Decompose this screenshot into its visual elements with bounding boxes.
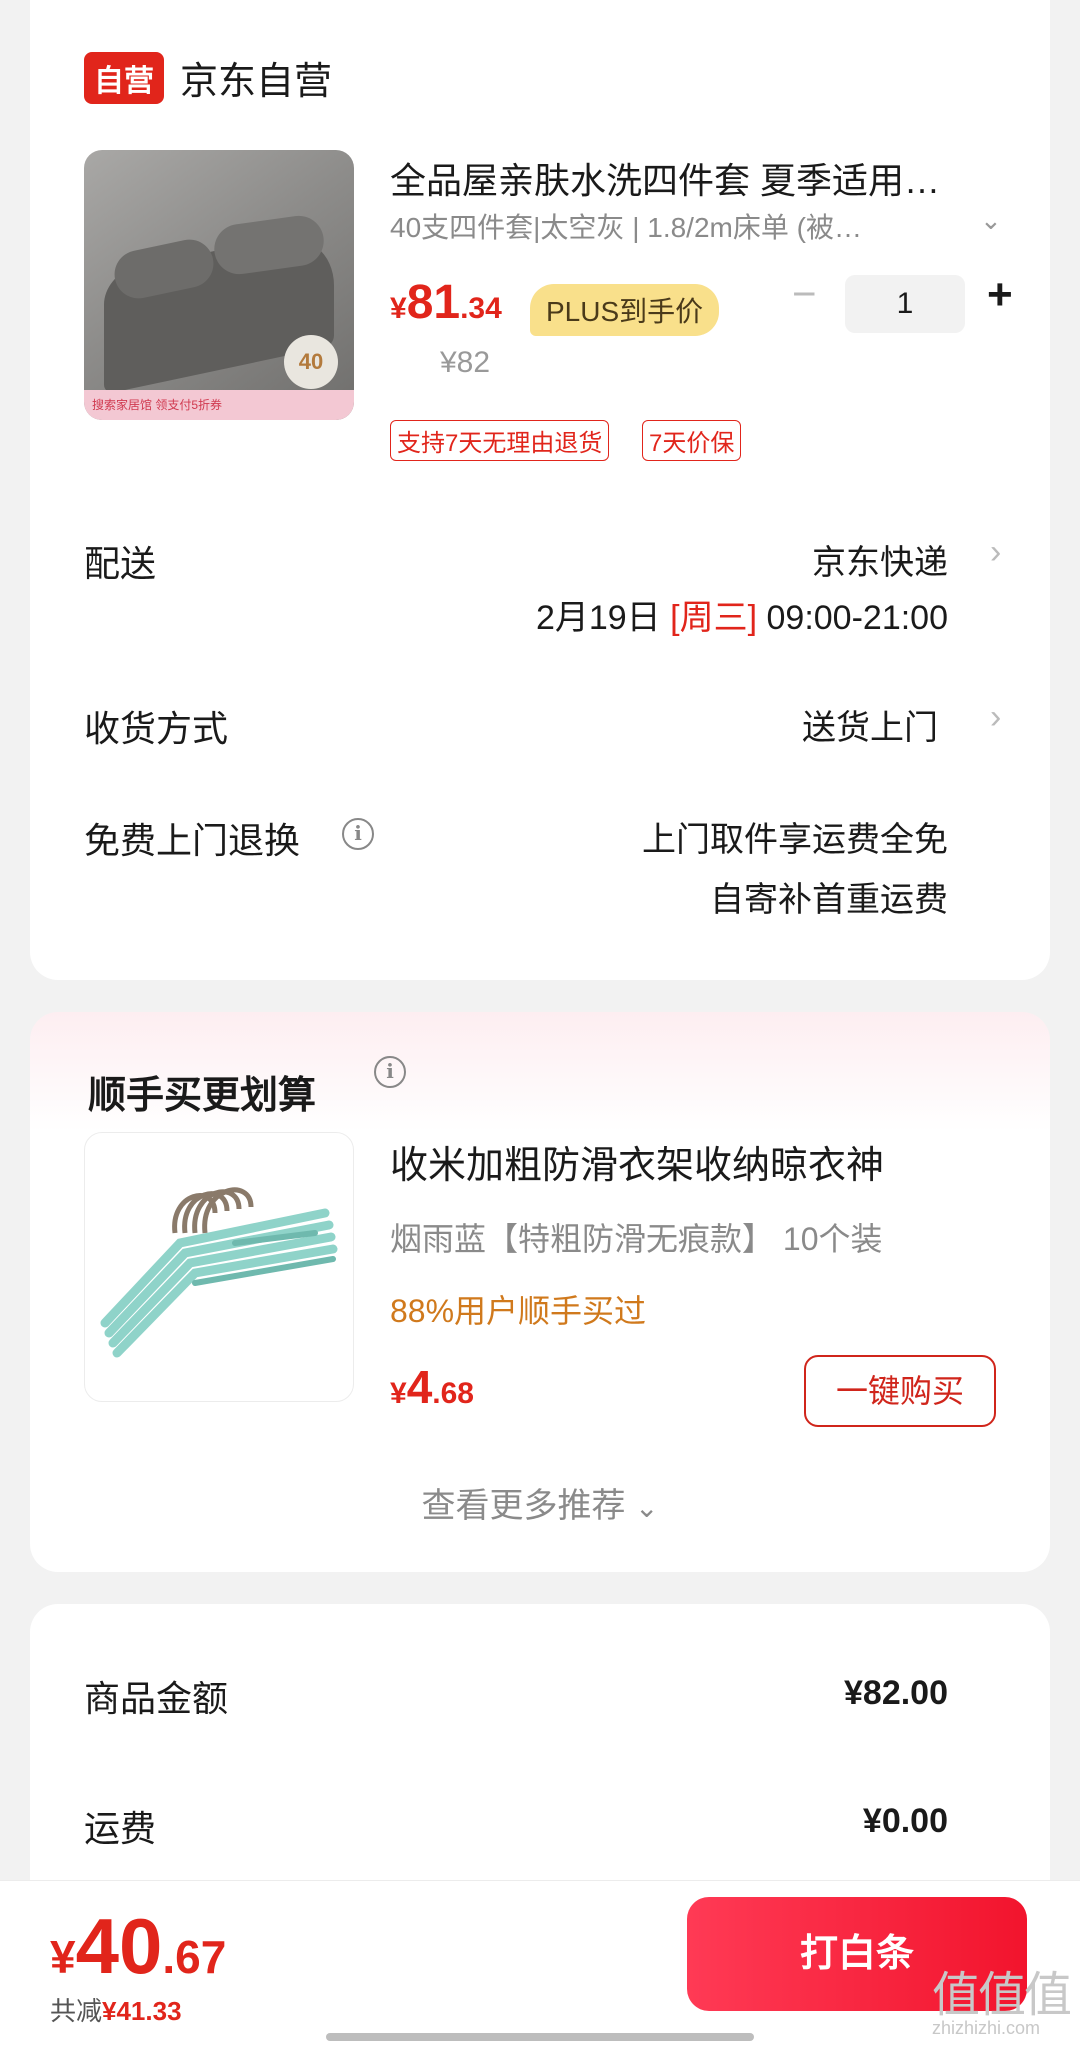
recommendation-price: ¥ 4 .68 [390,1360,474,1414]
plus-price-tag: PLUS到手价 [530,284,720,336]
receive-method-value[interactable]: 送货上门 [802,700,938,749]
saving-label: 共减 [50,1996,103,2026]
total-price: ¥ 40 .67 [50,1901,226,1992]
more-recommendations-link[interactable]: 查看更多推荐 ⌄ [30,1478,1050,1527]
shop-name[interactable]: 京东自营 [180,50,332,105]
one-click-buy-button[interactable]: 一键购买 [804,1355,996,1427]
shipping-value: ¥0.00 [862,1802,948,1840]
product-spec[interactable]: 40支四件套|太空灰 | 1.8/2m床单 (被… [390,206,910,246]
watermark-url: zhizhizhi.com [932,2018,1041,2038]
original-price: ¥82 [440,346,491,379]
price-decimal: .68 [432,1377,474,1410]
delivery-time[interactable]: 2月19日 [周三] 09:00-21:00 [536,590,948,639]
price-currency: ¥ [390,292,407,325]
saving-value: ¥41.33 [102,1996,182,2026]
price-decimal: .34 [460,292,502,325]
hanger-image [100,1187,338,1358]
quantity-input[interactable]: 1 [845,275,965,333]
watermark-logo: 值值值 [932,1967,1072,2023]
more-recommendations-label: 查看更多推荐 [421,1487,626,1525]
info-icon[interactable]: i [374,1056,406,1088]
recommendation-bought-percent: 88%用户顺手买过 [390,1293,647,1329]
home-indicator[interactable] [326,2033,754,2041]
recommendation-image[interactable] [84,1132,354,1402]
info-icon[interactable]: i [342,818,374,850]
delivery-weekday: [周三] [670,599,758,637]
product-image-promo-strip: 搜索家居馆 领支付5折券 [84,390,354,420]
product-image[interactable]: 40 搜索家居馆 领支付5折券 [84,150,354,420]
recommendation-name[interactable]: 收米加粗防滑衣架收纳晾衣神 [390,1134,884,1189]
recommendation-title: 顺手买更划算 [88,1075,317,1117]
price-protect-tag: 7天价保 [642,420,742,461]
price-integer: 4 [406,1361,433,1413]
price-currency: ¥ [390,1377,407,1410]
order-item-card: 自营 京东自营 40 搜索家居馆 领支付5折券 全品屋亲肤水洗四件套 夏季适用…… [30,0,1050,980]
product-image-badge: 40 [284,335,338,389]
total-currency: ¥ [50,1931,76,1983]
goods-amount-value: ¥82.00 [844,1674,948,1712]
receive-method-label: 收货方式 [84,708,229,749]
product-price: ¥ 81 .34 [390,275,502,330]
shipping-label: 运费 [84,1808,157,1849]
recommendation-spec: 烟雨蓝【特粗防滑无痕款】 10个装 [390,1221,883,1257]
total-decimal: .67 [162,1931,227,1983]
return-policy-tag: 支持7天无理由退货 [390,420,610,461]
free-return-label: 免费上门退换 [84,820,301,861]
chevron-right-icon[interactable]: › [990,698,1001,737]
total-saving[interactable]: 共减¥41.33 [50,1991,182,2028]
chevron-right-icon[interactable]: › [990,533,1001,572]
goods-amount-label: 商品金额 [84,1678,229,1719]
checkout-bar: ¥ 40 .67 共减¥41.33 打白条 [0,1880,1080,2045]
delivery-carrier[interactable]: 京东快递 [812,535,948,584]
self-operated-badge: 自营 [84,52,164,104]
product-title[interactable]: 全品屋亲肤水洗四件套 夏季适用… [390,152,1030,204]
recommendation-card: 顺手买更划算 i 收米加粗防滑衣架收纳晾衣神 烟雨蓝【特粗防滑无痕款】 10个装 [30,1012,1050,1572]
delivery-label: 配送 [84,543,157,584]
price-integer: 81 [406,276,461,329]
delivery-date: 2月19日 [535,599,661,637]
quantity-plus-button[interactable]: + [987,270,1013,320]
free-return-line1: 上门取件享运费全免 [642,821,948,859]
delivery-time-window: 09:00-21:00 [766,599,949,637]
quantity-minus-button[interactable]: − [792,270,817,318]
chevron-down-icon[interactable]: ⌄ [980,205,1002,236]
chevron-down-icon: ⌄ [634,1492,659,1523]
free-return-line2: 自寄补首重运费 [710,881,948,919]
total-integer: 40 [75,1902,163,1990]
